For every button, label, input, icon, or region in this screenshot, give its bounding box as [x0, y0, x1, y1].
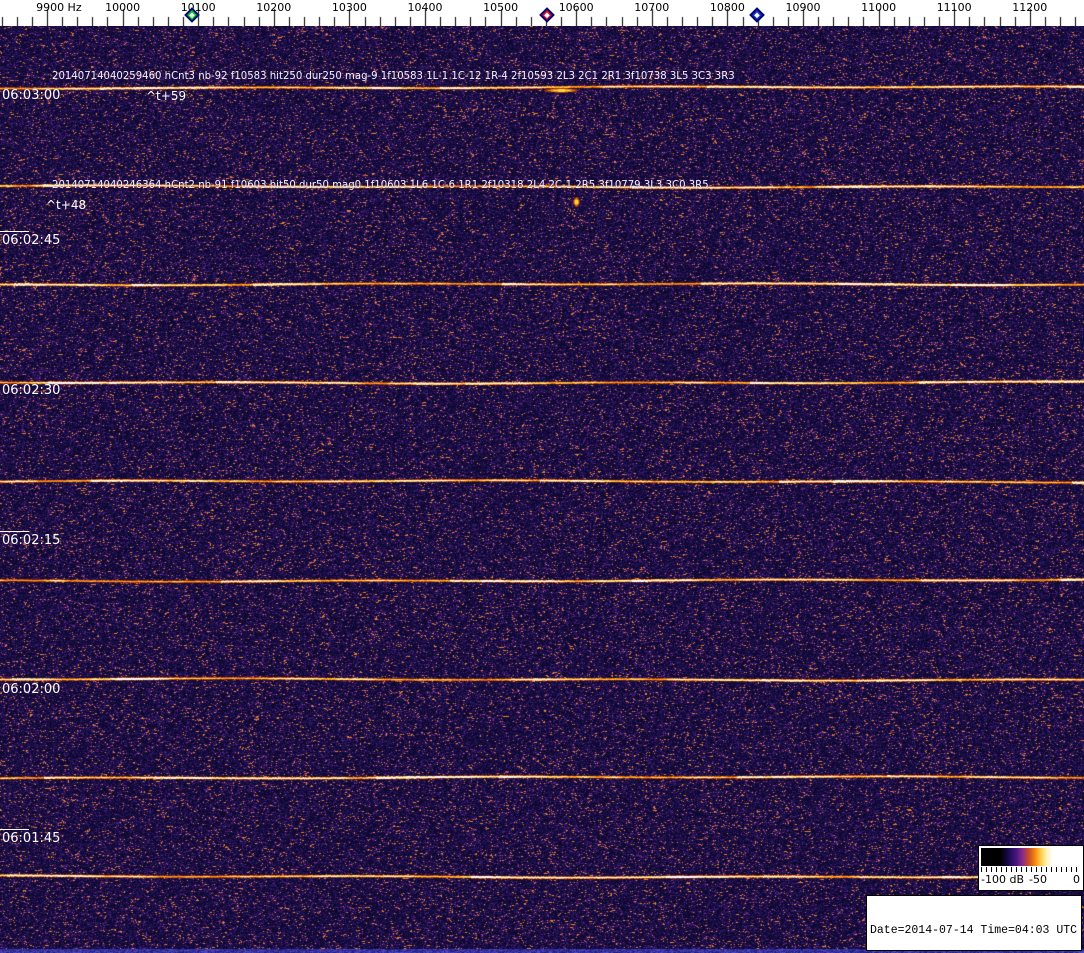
freq-axis-label: 11200	[1012, 1, 1048, 14]
freq-axis-label: 10300	[331, 1, 367, 14]
frequency-ruler: 9900 Hz 10000 10100 10200 10300 10400 10500 106…	[0, 0, 1084, 26]
freq-axis-label: 9900 Hz	[36, 1, 82, 14]
freq-axis-label: 11000	[861, 1, 897, 14]
spectrogram-waterfall	[0, 26, 1084, 953]
colorbar-tick-marks	[981, 867, 1081, 872]
meteor-spectrogram-window: 9900 Hz 10000 10100 10200 10300 10400 10500 106…	[0, 0, 1084, 953]
freq-axis-label: 11100	[936, 1, 972, 14]
freq-axis-label: 10000	[105, 1, 141, 14]
freq-axis-label: 10500	[483, 1, 519, 14]
colorbar-labels: -100 dB -50 0	[979, 873, 1083, 888]
freq-axis-label: 10200	[256, 1, 292, 14]
observation-info-box: Date=2014-07-14 Time=04:03 UTC Freq=143 …	[866, 895, 1082, 951]
freq-axis-label: 10700	[634, 1, 670, 14]
colorbar-max-label: 0	[1073, 873, 1080, 886]
colorbar-gradient	[981, 848, 1080, 866]
freq-axis-label: 10800	[709, 1, 745, 14]
freq-axis-label: 10600	[558, 1, 594, 14]
colorbar-mid-label: -50	[1029, 873, 1047, 886]
info-date-time: Date=2014-07-14 Time=04:03 UTC	[870, 924, 1078, 937]
intensity-colorbar: -100 dB -50 0	[978, 845, 1084, 891]
freq-axis-label: 10400	[407, 1, 443, 14]
freq-axis-label: 10900	[785, 1, 821, 14]
colorbar-min-label: -100 dB	[981, 873, 1024, 886]
